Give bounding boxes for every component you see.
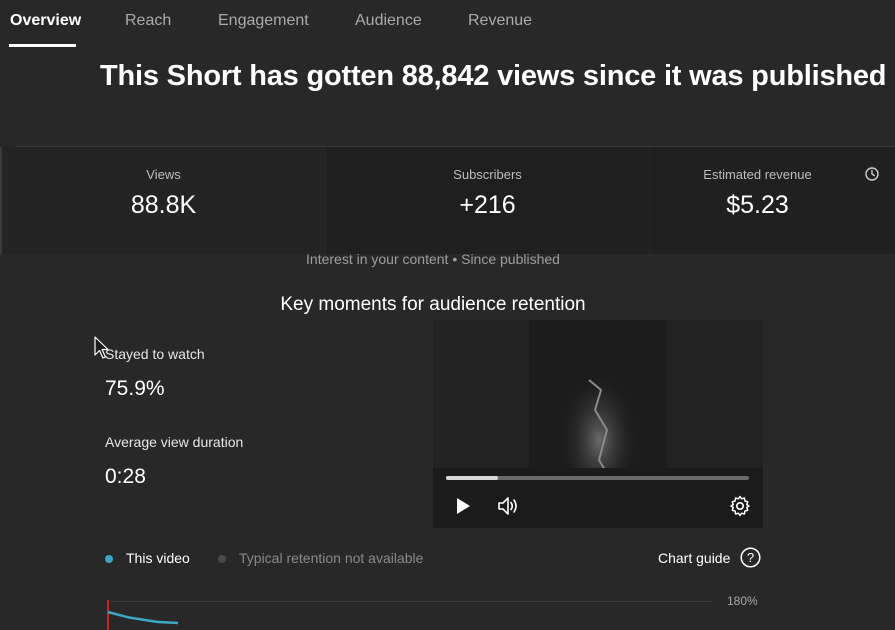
retention-line-this-video bbox=[107, 610, 179, 625]
svg-text:?: ? bbox=[747, 550, 754, 565]
video-progress-fill bbox=[446, 476, 498, 480]
stat-label-revenue: Estimated revenue bbox=[703, 167, 812, 182]
legend-dot-this-video bbox=[105, 555, 113, 563]
active-tab-indicator bbox=[9, 44, 76, 47]
legend-typical-retention: Typical retention not available bbox=[239, 550, 424, 566]
help-icon[interactable]: ? bbox=[740, 547, 761, 568]
settings-gear-icon[interactable] bbox=[729, 495, 751, 517]
tab-engagement[interactable]: Engagement bbox=[218, 12, 309, 30]
clock-icon[interactable] bbox=[865, 167, 879, 181]
stats-row: Views 88.8K Subscribers +216 Estimated r… bbox=[0, 147, 895, 254]
retention-chart[interactable] bbox=[100, 595, 220, 630]
avg-view-duration-value: 0:28 bbox=[105, 465, 146, 488]
player-controls bbox=[433, 468, 763, 528]
legend-this-video[interactable]: This video bbox=[126, 550, 190, 566]
tab-reach[interactable]: Reach bbox=[125, 12, 171, 30]
video-player[interactable] bbox=[433, 320, 763, 528]
stat-value-revenue: $5.23 bbox=[726, 191, 789, 219]
legend-dot-typical bbox=[218, 555, 226, 563]
tab-audience[interactable]: Audience bbox=[355, 12, 422, 30]
volume-icon[interactable] bbox=[497, 495, 521, 517]
tab-revenue[interactable]: Revenue bbox=[468, 12, 532, 30]
play-icon[interactable] bbox=[455, 497, 471, 515]
key-moments-title: Key moments for audience retention bbox=[280, 294, 586, 315]
stat-card-views[interactable]: Views 88.8K bbox=[0, 147, 325, 254]
chart-y-tick-top: 180% bbox=[727, 594, 758, 608]
chart-guide-link[interactable]: Chart guide bbox=[658, 550, 730, 566]
tab-overview[interactable]: Overview bbox=[10, 12, 81, 30]
video-progress-bar[interactable] bbox=[446, 476, 749, 480]
stat-card-subscribers[interactable]: Subscribers +216 bbox=[326, 147, 649, 254]
stayed-to-watch-label: Stayed to watch bbox=[105, 346, 205, 362]
analytics-tabs: Overview Reach Engagement Audience Reven… bbox=[0, 0, 895, 48]
stat-label-subscribers: Subscribers bbox=[453, 167, 522, 182]
stat-label-views: Views bbox=[146, 167, 181, 182]
stat-value-subscribers: +216 bbox=[459, 191, 516, 219]
stayed-to-watch-value: 75.9% bbox=[105, 377, 165, 400]
stat-card-revenue[interactable]: Estimated revenue $5.23 bbox=[650, 147, 895, 254]
avg-view-duration-label: Average view duration bbox=[105, 434, 244, 450]
interest-caption: Interest in your content • Since publish… bbox=[306, 251, 560, 267]
stat-value-views: 88.8K bbox=[130, 191, 197, 219]
mouse-pointer-icon bbox=[94, 336, 109, 359]
page-headline: This Short has gotten 88,842 views since… bbox=[100, 60, 887, 92]
